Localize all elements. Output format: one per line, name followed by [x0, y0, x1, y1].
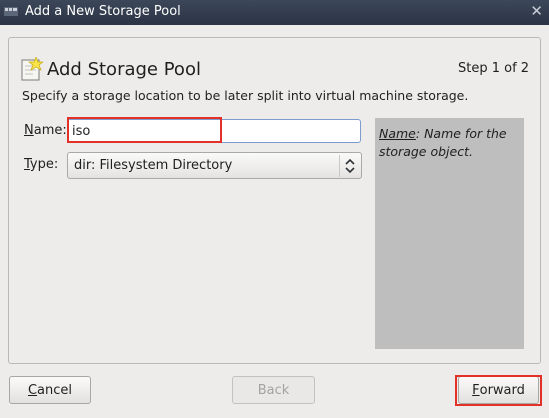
forward-accel: F [472, 382, 480, 398]
back-button[interactable]: Back [232, 376, 315, 404]
window-titlebar[interactable]: Add a New Storage Pool ✕ [0, 0, 549, 25]
type-label: Type: [24, 157, 58, 172]
page-title: Add Storage Pool [47, 59, 201, 80]
close-icon[interactable]: ✕ [530, 2, 543, 20]
page-description: Specify a storage location to be later s… [22, 88, 469, 103]
name-label: Name: [24, 123, 67, 138]
forward-button[interactable]: Forward [458, 376, 539, 404]
type-select[interactable]: dir: Filesystem Directory [67, 152, 362, 179]
help-panel: Name: Name for the storage object. [375, 118, 524, 349]
updown-arrows-icon [339, 155, 355, 177]
back-label: Back [257, 382, 290, 398]
type-select-value: dir: Filesystem Directory [74, 158, 233, 173]
name-input[interactable] [67, 119, 361, 143]
name-label-rest: ame: [33, 123, 67, 138]
type-label-rest: ype: [29, 157, 59, 172]
cancel-rest: ancel [37, 382, 73, 398]
virt-manager-icon [4, 7, 18, 16]
step-indicator: Step 1 of 2 [458, 61, 530, 76]
help-term: Name [379, 126, 416, 141]
name-label-accel: N [24, 123, 34, 138]
forward-rest: orward [479, 382, 525, 398]
storage-pool-icon [21, 57, 43, 81]
cancel-button[interactable]: Cancel [9, 376, 91, 404]
cancel-accel: C [27, 382, 38, 398]
window-title: Add a New Storage Pool [25, 4, 181, 19]
